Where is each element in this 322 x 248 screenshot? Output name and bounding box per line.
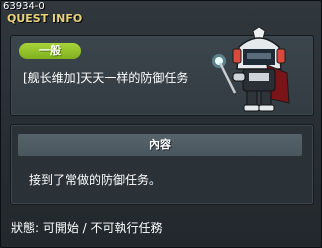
quest-content-text: 接到了常做的防御任务。 [29, 173, 162, 187]
quest-name: [舰长维加]天天一样的防御任务 [23, 71, 189, 85]
quest-info-window: 63934-0 QUEST INFO 一般 [舰长维加]天天一样的防御任务 內容… [0, 0, 322, 248]
quest-category-badge: 一般 [19, 43, 81, 59]
content-section-header: 內容 [18, 134, 302, 156]
window-title: QUEST INFO [7, 12, 83, 25]
quest-status-text: 狀態: 可開始 / 不可執行任務 [11, 221, 163, 235]
armored-robot-npc-icon [212, 26, 290, 112]
